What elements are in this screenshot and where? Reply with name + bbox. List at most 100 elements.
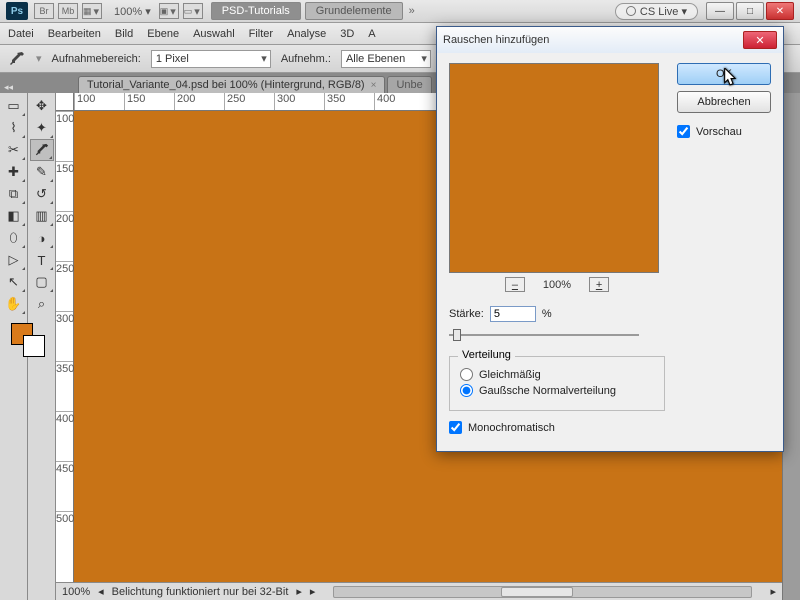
color-swatches[interactable] xyxy=(7,321,53,361)
zoom-percent: 100% xyxy=(543,279,571,291)
sample-layers-dropdown[interactable]: Alle Ebenen xyxy=(341,50,431,68)
zoom-tool[interactable]: ⌕ xyxy=(30,293,54,315)
ok-button[interactable]: OK xyxy=(677,63,771,85)
tools-panel-col2: ✥ ✦ ✎ ↺ ▥ ◑ T ▢ ⌕ xyxy=(28,93,56,600)
background-swatch[interactable] xyxy=(23,335,45,357)
uniform-label: Gleichmäßig xyxy=(479,369,541,381)
cancel-button[interactable]: Abbrechen xyxy=(677,91,771,113)
healing-tool[interactable]: ✚ xyxy=(2,161,26,183)
ruler-tick: 300 xyxy=(274,93,324,110)
document-tab-2-label: Unbe xyxy=(396,79,422,91)
amount-slider[interactable] xyxy=(449,328,639,342)
zoom-out-button[interactable]: – xyxy=(505,277,525,292)
brush-tool[interactable]: ✎ xyxy=(30,161,54,183)
document-tab-1[interactable]: Tutorial_Variante_04.psd bei 100% (Hinte… xyxy=(78,76,385,93)
window-close-button[interactable]: ✕ xyxy=(766,2,794,20)
uniform-radio[interactable]: Gleichmäßig xyxy=(460,368,654,381)
ruler-vertical[interactable]: 100 150 200 250 300 350 400 450 500 xyxy=(56,111,74,582)
ruler-tick: 150 xyxy=(124,93,174,110)
hand-tool[interactable]: ✋ xyxy=(2,293,26,315)
zoom-in-button[interactable]: + xyxy=(589,277,609,292)
gaussian-radio[interactable]: Gaußsche Normalverteilung xyxy=(460,384,654,397)
lasso-tool[interactable]: ⌇ xyxy=(2,117,26,139)
ruler-tick: 350 xyxy=(56,361,73,411)
ruler-origin[interactable] xyxy=(56,93,74,111)
window-minimize-button[interactable]: — xyxy=(706,2,734,20)
ruler-tick: 150 xyxy=(56,161,73,211)
ruler-tick: 250 xyxy=(224,93,274,110)
menu-analyse[interactable]: Analyse xyxy=(287,28,326,40)
preview-checkbox[interactable]: Vorschau xyxy=(677,125,771,138)
document-tab-1-label: Tutorial_Variante_04.psd bei 100% (Hinte… xyxy=(87,79,365,91)
minibridge-button[interactable]: Mb xyxy=(58,3,78,19)
eyedropper-tool[interactable] xyxy=(30,139,54,161)
amount-input[interactable] xyxy=(490,306,536,322)
dialog-preview[interactable] xyxy=(449,63,659,273)
ruler-tick: 400 xyxy=(56,411,73,461)
ok-label: OK xyxy=(716,68,732,80)
ruler-tick: 200 xyxy=(56,211,73,261)
menu-bild[interactable]: Bild xyxy=(115,28,133,40)
eyedropper-tool-icon xyxy=(8,50,26,68)
layout-button[interactable]: ▦▾ xyxy=(82,3,102,19)
wand-tool[interactable]: ✦ xyxy=(30,117,54,139)
status-bar: 100% ◂ Belichtung funktioniert nur bei 3… xyxy=(56,582,782,600)
workspace-tab-grundelemente[interactable]: Grundelemente xyxy=(305,2,403,20)
gradient-tool[interactable]: ▥ xyxy=(30,205,54,227)
sample-layers-label: Aufnehm.: xyxy=(281,53,331,65)
workspace-more-icon[interactable]: » xyxy=(409,5,415,17)
pen-tool[interactable]: ▷ xyxy=(2,249,26,271)
menu-bearbeiten[interactable]: Bearbeiten xyxy=(48,28,101,40)
crop-tool[interactable]: ✂ xyxy=(2,139,26,161)
distribution-legend: Verteilung xyxy=(458,349,515,361)
stamp-tool[interactable]: ⧉ xyxy=(2,183,26,205)
scroll-right-icon[interactable]: ▸ xyxy=(770,585,776,598)
sample-size-dropdown[interactable]: 1 Pixel xyxy=(151,50,271,68)
view-extra1-button[interactable]: ▣▾ xyxy=(159,3,179,19)
type-tool[interactable]: T xyxy=(30,249,54,271)
zoom-dropdown[interactable]: 100% ▾ xyxy=(114,5,151,18)
move-tool[interactable]: ✥ xyxy=(30,95,54,117)
ruler-tick: 450 xyxy=(56,461,73,511)
status-nav-right-icon[interactable]: ▸ xyxy=(296,585,302,598)
bridge-button[interactable]: Br xyxy=(34,3,54,19)
amount-label: Stärke: xyxy=(449,308,484,320)
horizontal-scrollbar[interactable] xyxy=(333,586,752,598)
sample-size-label: Aufnahmebereich: xyxy=(52,53,141,65)
menu-filter[interactable]: Filter xyxy=(249,28,273,40)
status-menu-icon[interactable]: ▸ xyxy=(310,585,316,598)
menu-auswahl[interactable]: Auswahl xyxy=(193,28,235,40)
cslive-button[interactable]: CS Live ▾ xyxy=(615,3,698,20)
dialog-title: Rauschen hinzufügen xyxy=(443,34,549,46)
dialog-titlebar[interactable]: Rauschen hinzufügen ✕ xyxy=(437,27,783,53)
window-maximize-button[interactable]: □ xyxy=(736,2,764,20)
menu-datei[interactable]: Datei xyxy=(8,28,34,40)
monochromatic-label: Monochromatisch xyxy=(468,422,555,434)
menu-ebene[interactable]: Ebene xyxy=(147,28,179,40)
status-info: Belichtung funktioniert nur bei 32-Bit xyxy=(112,586,289,598)
workspace-tab-tutorials[interactable]: PSD-Tutorials xyxy=(211,2,301,20)
dodge-tool[interactable]: ◑ xyxy=(30,227,54,249)
right-panel-dock[interactable] xyxy=(782,93,800,600)
distribution-group: Verteilung Gleichmäßig Gaußsche Normalve… xyxy=(449,356,665,411)
tab-scroll-left-icon[interactable]: ◂◂ xyxy=(4,82,13,93)
menu-3d[interactable]: 3D xyxy=(340,28,354,40)
app-titlebar: Ps Br Mb ▦▾ 100% ▾ ▣▾ ▭▾ PSD-Tutorials G… xyxy=(0,0,800,23)
document-tab-2[interactable]: Unbe xyxy=(387,76,431,93)
ruler-tick: 100 xyxy=(56,111,73,161)
screenmode-button[interactable]: ▭▾ xyxy=(183,3,203,19)
monochromatic-checkbox[interactable]: Monochromatisch xyxy=(449,421,665,434)
shape-tool[interactable]: ▢ xyxy=(30,271,54,293)
eraser-tool[interactable]: ◧ xyxy=(2,205,26,227)
marquee-tool[interactable]: ▭ xyxy=(2,95,26,117)
status-nav-left-icon[interactable]: ◂ xyxy=(98,585,104,598)
status-zoom[interactable]: 100% xyxy=(62,586,90,598)
history-brush-tool[interactable]: ↺ xyxy=(30,183,54,205)
path-tool[interactable]: ↖ xyxy=(2,271,26,293)
blur-tool[interactable]: ⬯ xyxy=(2,227,26,249)
dialog-close-button[interactable]: ✕ xyxy=(743,31,777,49)
close-tab-icon[interactable]: × xyxy=(371,80,377,91)
gaussian-label: Gaußsche Normalverteilung xyxy=(479,385,616,397)
menu-ansicht[interactable]: A xyxy=(368,28,375,40)
ps-logo-icon: Ps xyxy=(6,2,28,20)
